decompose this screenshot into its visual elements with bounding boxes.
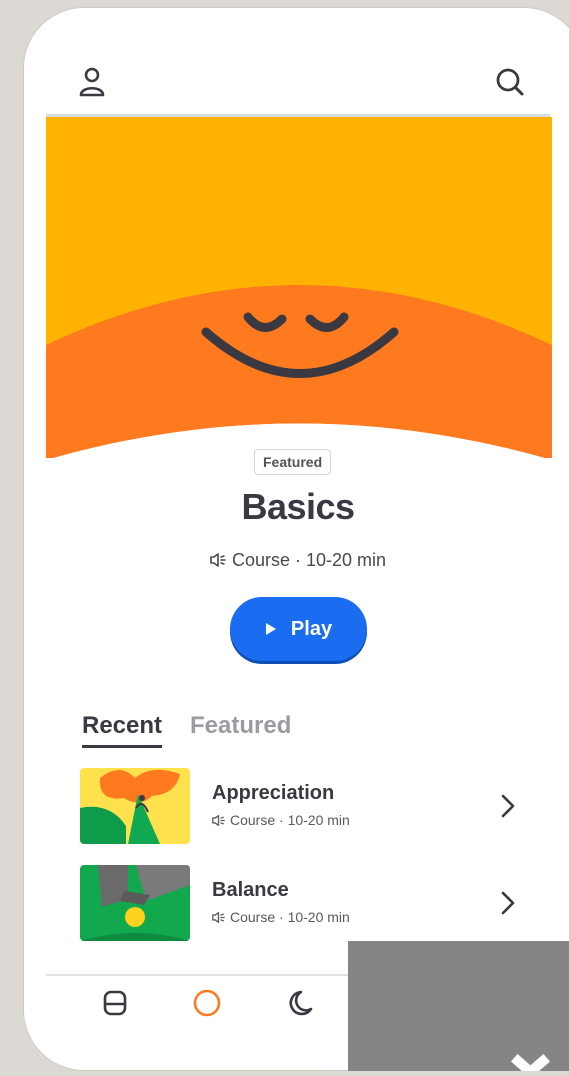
list-item-balance[interactable]: Balance Course · 10-20 min xyxy=(80,865,550,945)
tab-featured[interactable]: Featured xyxy=(190,712,291,740)
search-icon xyxy=(496,68,524,96)
person-icon xyxy=(79,67,105,97)
audio-icon xyxy=(212,814,225,830)
list-item-title: Appreciation xyxy=(212,782,335,804)
list-item-meta-text: Course · 10-20 min xyxy=(230,909,350,925)
hero-illustration[interactable] xyxy=(46,117,552,458)
featured-badge: Featured xyxy=(254,449,332,475)
overlay-panel xyxy=(348,941,569,1076)
list-item-title: Balance xyxy=(212,879,289,901)
home-icon xyxy=(103,990,127,1016)
phone-screen: Featured Basics Course · 10-20 min Play … xyxy=(24,8,569,1070)
balance-thumbnail xyxy=(80,865,190,941)
tab-recent[interactable]: Recent xyxy=(82,712,163,748)
meditate-icon xyxy=(193,989,221,1017)
tab-recent-label: Recent xyxy=(82,712,163,739)
play-button[interactable]: Play xyxy=(230,597,367,661)
list-item-meta: Course · 10-20 min xyxy=(212,812,350,830)
tab-featured-label: Featured xyxy=(190,712,292,739)
list-item-meta: Course · 10-20 min xyxy=(212,909,350,927)
appreciation-thumbnail xyxy=(80,768,190,844)
play-icon xyxy=(265,623,276,635)
chevron-right-icon xyxy=(496,792,520,820)
sleep-moon-icon xyxy=(289,990,313,1016)
close-icon xyxy=(510,1053,551,1076)
course-meta: Course · 10-20 min xyxy=(24,550,569,573)
active-tab-indicator xyxy=(82,745,163,748)
search-button[interactable] xyxy=(490,62,530,102)
play-label: Play xyxy=(290,617,333,640)
smiling-sun-illustration xyxy=(46,117,552,458)
profile-button[interactable] xyxy=(72,62,112,102)
list-item-appreciation[interactable]: Appreciation Course · 10-20 min xyxy=(80,768,550,848)
chevron-right-icon xyxy=(496,889,520,917)
top-bar xyxy=(24,8,569,116)
course-title: Basics xyxy=(241,486,355,527)
nav-home-button[interactable] xyxy=(100,988,130,1018)
audio-icon xyxy=(212,911,225,927)
nav-sleep-button[interactable] xyxy=(284,988,314,1018)
audio-icon xyxy=(210,552,226,573)
list-item-meta-text: Course · 10-20 min xyxy=(230,812,350,828)
course-meta-text: Course · 10-20 min xyxy=(231,550,387,570)
nav-meditate-button[interactable] xyxy=(192,988,222,1018)
